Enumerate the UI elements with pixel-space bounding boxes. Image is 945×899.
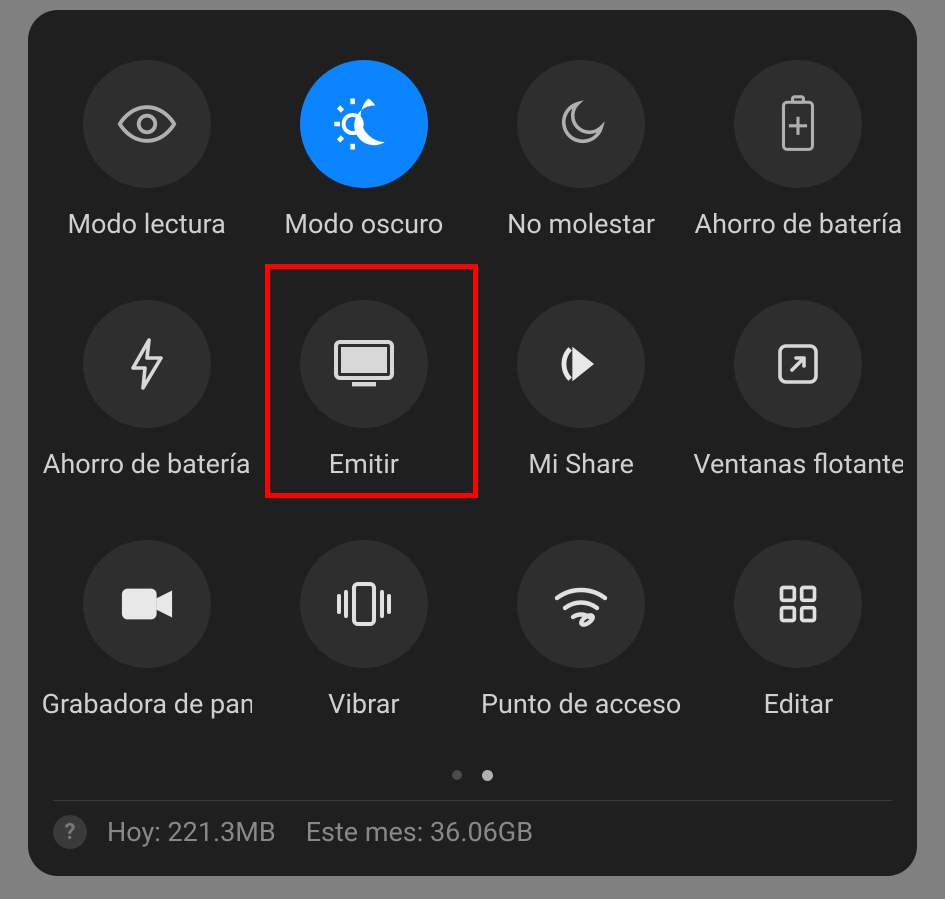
float-window-icon <box>734 300 862 428</box>
grid-icon <box>734 540 862 668</box>
divider <box>53 800 892 801</box>
cast-icon <box>300 300 428 428</box>
tile-label: Ventanas flotantes <box>693 448 903 480</box>
moon-icon <box>517 60 645 188</box>
tile-battery-saver-2[interactable]: Ahorro de batería <box>38 300 255 480</box>
tile-battery-saver[interactable]: Ahorro de batería <box>690 60 907 240</box>
tile-label: Ahorro de batería <box>43 448 251 480</box>
tile-floating-windows[interactable]: Ventanas flotantes <box>690 300 907 480</box>
tile-label: Vibrar <box>328 688 399 720</box>
page-dot-active <box>482 770 493 781</box>
tile-label: Mi Share <box>528 448 634 480</box>
tile-hotspot[interactable]: Punto de acceso <box>473 540 690 720</box>
quick-settings-panel: Modo lectura Modo oscuro <box>28 10 917 876</box>
footer: ? Hoy: 221.3MB Este mes: 36.06GB <box>53 815 892 849</box>
dark-mode-icon <box>300 60 428 188</box>
tile-screen-recorder[interactable]: Grabadora de pantalla <box>38 540 255 720</box>
tile-cast[interactable]: Emitir <box>255 300 472 480</box>
mishare-icon <box>517 300 645 428</box>
video-icon <box>83 540 211 668</box>
help-glyph: ? <box>65 820 76 845</box>
page-dot <box>452 770 462 780</box>
tiles-grid: Modo lectura Modo oscuro <box>28 60 917 720</box>
tile-do-not-disturb[interactable]: No molestar <box>473 60 690 240</box>
tile-label: Modo lectura <box>67 208 225 240</box>
tile-label: Modo oscuro <box>284 208 443 240</box>
data-usage-month[interactable]: Este mes: 36.06GB <box>306 816 533 848</box>
tile-reading-mode[interactable]: Modo lectura <box>38 60 255 240</box>
tile-label: Punto de acceso <box>481 688 681 720</box>
tile-mi-share[interactable]: Mi Share <box>473 300 690 480</box>
help-icon[interactable]: ? <box>53 815 87 849</box>
tile-label: Emitir <box>329 448 399 480</box>
bolt-icon <box>83 300 211 428</box>
tile-label: No molestar <box>507 208 655 240</box>
tile-vibrate[interactable]: Vibrar <box>255 540 472 720</box>
hotspot-icon <box>517 540 645 668</box>
vibrate-icon <box>300 540 428 668</box>
data-usage-today[interactable]: Hoy: 221.3MB <box>107 816 276 848</box>
eye-icon <box>83 60 211 188</box>
page-indicator[interactable] <box>28 770 917 781</box>
tile-label: Editar <box>764 688 834 720</box>
tile-edit[interactable]: Editar <box>690 540 907 720</box>
battery-plus-icon <box>734 60 862 188</box>
tile-label: Ahorro de batería <box>694 208 902 240</box>
tile-dark-mode[interactable]: Modo oscuro <box>255 60 472 240</box>
tile-label: Grabadora de pantalla <box>42 688 252 720</box>
